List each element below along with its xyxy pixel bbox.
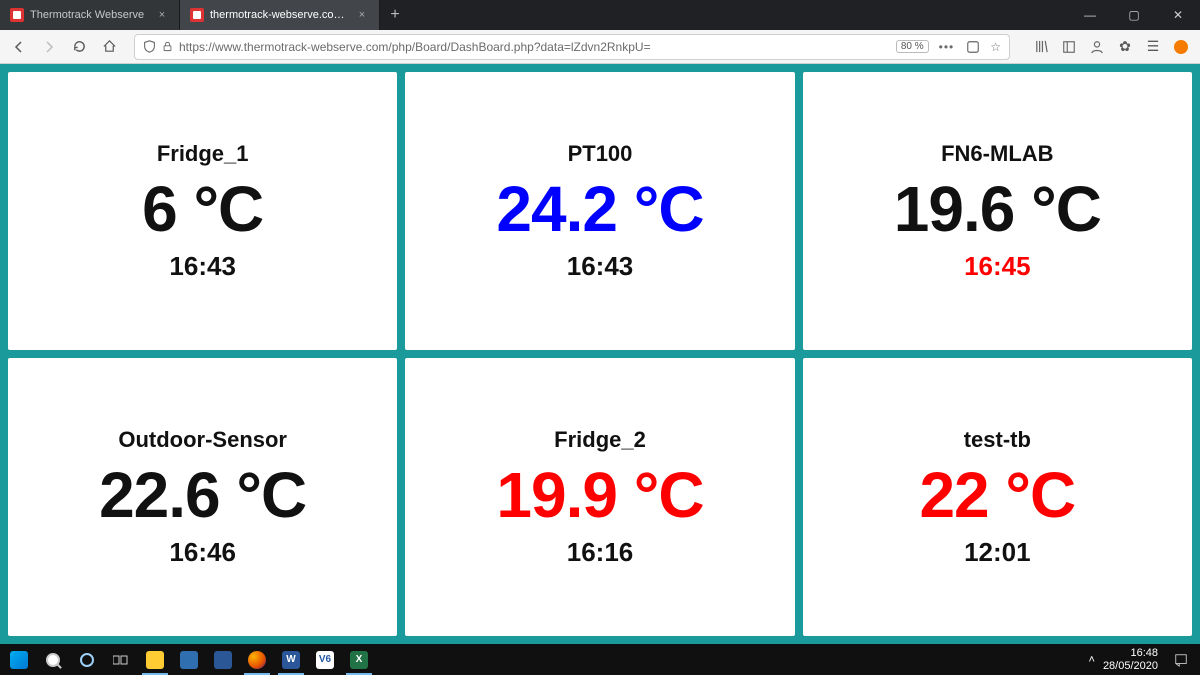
address-bar[interactable]: https://www.thermotrack-webserve.com/php… <box>134 34 1010 60</box>
sensor-name: Fridge_2 <box>554 427 646 453</box>
favicon-icon <box>190 8 204 22</box>
sensor-card[interactable]: Fridge_1 6 °C 16:43 <box>8 72 397 350</box>
sensor-name: test-tb <box>964 427 1031 453</box>
menu-icon[interactable]: ☰ <box>1140 34 1166 60</box>
taskbar-search-button[interactable] <box>36 644 70 675</box>
sensor-time: 16:45 <box>964 251 1031 282</box>
taskbar-app-firefox[interactable] <box>240 644 274 675</box>
favicon-icon <box>10 8 24 22</box>
tab-title: Thermotrack Webserve <box>30 9 149 21</box>
sensor-value: 19.9 °C <box>496 463 703 527</box>
nav-home-button[interactable] <box>96 34 122 60</box>
extension-debug-icon[interactable] <box>1168 34 1194 60</box>
page-actions-icon[interactable]: ••• <box>939 40 955 54</box>
browser-tabstrip: Thermotrack Webserve × thermotrack-webse… <box>0 0 1200 30</box>
bookmark-star-icon[interactable]: ☆ <box>990 40 1001 54</box>
sensor-value: 22 °C <box>919 463 1075 527</box>
sensor-time: 16:43 <box>567 251 634 282</box>
sensor-name: FN6-MLAB <box>941 141 1053 167</box>
tracking-shield-icon[interactable] <box>143 40 156 53</box>
lock-icon[interactable] <box>162 41 173 52</box>
tab-title: thermotrack-webserve.com/ph <box>210 9 349 21</box>
window-maximize-button[interactable]: ▢ <box>1112 0 1156 30</box>
nav-back-button[interactable] <box>6 34 32 60</box>
window-close-button[interactable]: ✕ <box>1156 0 1200 30</box>
sensor-name: Outdoor-Sensor <box>118 427 287 453</box>
taskbar-app-excel[interactable] <box>342 644 376 675</box>
taskbar-clock[interactable]: 16:48 28/05/2020 <box>1103 647 1164 672</box>
sidebar-icon[interactable] <box>1056 34 1082 60</box>
sensor-name: Fridge_1 <box>157 141 249 167</box>
start-button[interactable] <box>2 644 36 675</box>
system-tray[interactable]: ˄ <box>1081 654 1103 666</box>
taskbar-app-chat[interactable] <box>206 644 240 675</box>
sensor-time: 12:01 <box>964 537 1031 568</box>
nav-reload-button[interactable] <box>66 34 92 60</box>
task-view-button[interactable] <box>104 644 138 675</box>
sensor-card[interactable]: FN6-MLAB 19.6 °C 16:45 <box>803 72 1192 350</box>
settings-gear-icon[interactable]: ✿ <box>1112 34 1138 60</box>
sensor-time: 16:16 <box>567 537 634 568</box>
sensor-value: 19.6 °C <box>894 177 1101 241</box>
notifications-button[interactable] <box>1164 644 1198 675</box>
browser-tab[interactable]: Thermotrack Webserve × <box>0 0 180 30</box>
dashboard-viewport: Fridge_1 6 °C 16:43 PT100 24.2 °C 16:43 … <box>0 64 1200 644</box>
window-minimize-button[interactable]: — <box>1068 0 1112 30</box>
sensor-card[interactable]: PT100 24.2 °C 16:43 <box>405 72 794 350</box>
sensor-value: 22.6 °C <box>99 463 306 527</box>
taskbar-app-explorer[interactable] <box>138 644 172 675</box>
sensor-time: 16:46 <box>169 537 236 568</box>
sensor-value: 24.2 °C <box>496 177 703 241</box>
reader-mode-icon[interactable] <box>966 40 980 54</box>
close-tab-icon[interactable]: × <box>355 9 369 21</box>
browser-tab-active[interactable]: thermotrack-webserve.com/ph × <box>180 0 380 30</box>
taskbar-app-mail[interactable] <box>172 644 206 675</box>
new-tab-button[interactable]: + <box>380 0 410 30</box>
toolbar-right: ✿ ☰ <box>1028 34 1194 60</box>
sensor-grid: Fridge_1 6 °C 16:43 PT100 24.2 °C 16:43 … <box>8 72 1192 636</box>
sensor-name: PT100 <box>568 141 633 167</box>
sensor-card[interactable]: test-tb 22 °C 12:01 <box>803 358 1192 636</box>
sensor-card[interactable]: Fridge_2 19.9 °C 16:16 <box>405 358 794 636</box>
clock-date: 28/05/2020 <box>1103 660 1158 673</box>
windows-taskbar: V6 ˄ 16:48 28/05/2020 <box>0 644 1200 675</box>
sensor-value: 6 °C <box>142 177 263 241</box>
sensor-card[interactable]: Outdoor-Sensor 22.6 °C 16:46 <box>8 358 397 636</box>
cortana-button[interactable] <box>70 644 104 675</box>
close-tab-icon[interactable]: × <box>155 9 169 21</box>
zoom-level-badge[interactable]: 80 % <box>896 40 929 53</box>
nav-forward-button[interactable] <box>36 34 62 60</box>
taskbar-app-v6[interactable]: V6 <box>308 644 342 675</box>
sensor-time: 16:43 <box>169 251 236 282</box>
library-icon[interactable] <box>1028 34 1054 60</box>
url-text: https://www.thermotrack-webserve.com/php… <box>179 40 890 54</box>
browser-toolbar: https://www.thermotrack-webserve.com/php… <box>0 30 1200 64</box>
account-icon[interactable] <box>1084 34 1110 60</box>
tray-chevron-up-icon[interactable]: ˄ <box>1089 654 1095 666</box>
window-controls: — ▢ ✕ <box>1068 0 1200 30</box>
taskbar-app-word[interactable] <box>274 644 308 675</box>
clock-time: 16:48 <box>1103 647 1158 660</box>
